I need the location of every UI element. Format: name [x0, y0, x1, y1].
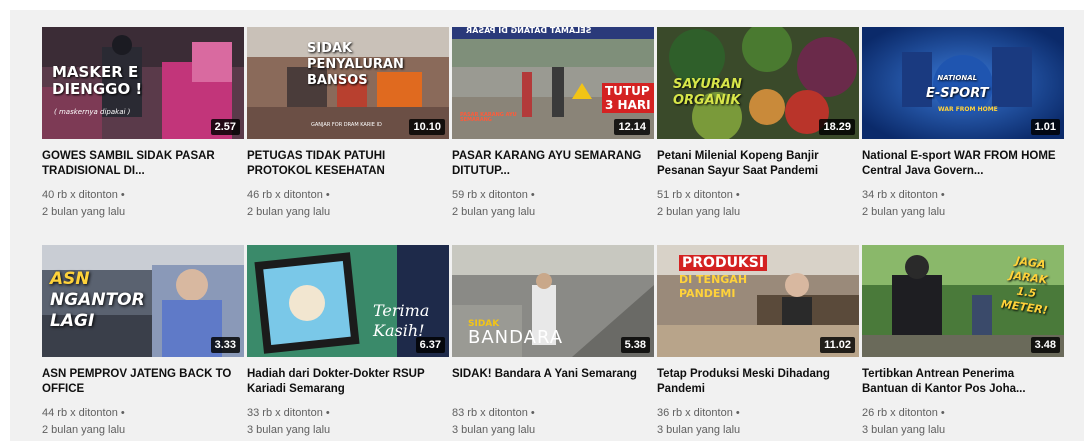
video-thumbnail[interactable]: SIDAK BANDARA 5.38 — [452, 245, 654, 357]
video-thumbnail[interactable]: MASKER E DIENGGO ! ( maskernya dipakai )… — [42, 27, 244, 139]
view-count: 44 rb x ditonton • — [42, 407, 125, 419]
view-count: 36 rb x ditonton • — [657, 407, 740, 419]
thumbnail-caption: MASKER E DIENGGO ! — [52, 63, 143, 98]
video-card[interactable]: NATIONAL E-SPORT WAR FROM HOME 1.01 Nati… — [862, 27, 1064, 229]
video-card[interactable]: SIDAK PENYALURAN BANSOS GANJAR FOR DRAM … — [247, 27, 449, 229]
upload-age: 3 bulan yang lalu — [452, 424, 536, 436]
video-meta: 36 rb x ditonton • 3 bulan yang lalu — [657, 405, 859, 439]
video-duration: 12.14 — [614, 119, 650, 135]
video-meta: 44 rb x ditonton • 2 bulan yang lalu — [42, 405, 244, 439]
upload-age: 2 bulan yang lalu — [452, 206, 536, 218]
video-card[interactable]: Terima Kasih! 6.37 Hadiah dari Dokter-Do… — [247, 245, 449, 447]
video-meta: 33 rb x ditonton • 3 bulan yang lalu — [247, 405, 449, 439]
video-card[interactable]: SAYURAN ORGANIK 18.29 Petani Milenial Ko… — [657, 27, 859, 229]
video-card[interactable]: MASKER E DIENGGO ! ( maskernya dipakai )… — [42, 27, 244, 229]
video-title[interactable]: SIDAK! Bandara A Yani Semarang — [452, 367, 648, 397]
video-card[interactable]: JAGA JARAK 1.5 METER! 3.48 Tertibkan Ant… — [862, 245, 1064, 447]
video-card[interactable]: PRODUKSI DI TENGAH PANDEMI 11.02 Tetap P… — [657, 245, 859, 447]
video-title[interactable]: PETUGAS TIDAK PATUHI PROTOKOL KESEHATAN — [247, 149, 443, 179]
video-meta: 46 rb x ditonton • 2 bulan yang lalu — [247, 187, 449, 221]
video-thumbnail[interactable]: Terima Kasih! 6.37 — [247, 245, 449, 357]
video-duration: 3.33 — [210, 337, 240, 353]
video-title[interactable]: National E-sport WAR FROM HOME Central J… — [862, 149, 1058, 179]
thumbnail-subcaption: ( maskernya dipakai ) — [54, 108, 131, 116]
thumbnail-banner: SELAMAT DATANG DI PASAR — [466, 27, 592, 35]
upload-age: 3 bulan yang lalu — [862, 424, 946, 436]
view-count: 40 rb x ditonton • — [42, 189, 125, 201]
video-duration: 18.29 — [819, 119, 855, 135]
video-thumbnail[interactable]: SELAMAT DATANG DI PASAR TUTUP 3 HARI PAS… — [452, 27, 654, 139]
thumbnail-subcaption: GANJAR FOR DRAM KARIE ID — [311, 122, 382, 128]
video-duration: 1.01 — [1030, 119, 1060, 135]
video-title[interactable]: Tertibkan Antrean Penerima Bantuan di Ka… — [862, 367, 1058, 397]
thumbnail-caption: JAGA JARAK 1.5 METER! — [1000, 254, 1049, 317]
thumbnail-caption: ASN NGANTOR LAGI — [50, 269, 145, 331]
view-count: 33 rb x ditonton • — [247, 407, 330, 419]
video-title[interactable]: Petani Milenial Kopeng Banjir Pesanan Sa… — [657, 149, 853, 179]
video-title[interactable]: PASAR KARANG AYU SEMARANG DITUTUP... — [452, 149, 648, 179]
thumbnail-caption: PRODUKSI DI TENGAH PANDEMI — [679, 255, 768, 301]
video-thumbnail[interactable]: SIDAK PENYALURAN BANSOS GANJAR FOR DRAM … — [247, 27, 449, 139]
thumbnail-caption: SAYURAN ORGANIK — [673, 77, 742, 108]
upload-age: 2 bulan yang lalu — [657, 206, 741, 218]
video-duration: 11.02 — [820, 337, 855, 353]
upload-age: 2 bulan yang lalu — [42, 206, 126, 218]
video-title[interactable]: Tetap Produksi Meski Dihadang Pandemi — [657, 367, 853, 397]
video-meta: 40 rb x ditonton • 2 bulan yang lalu — [42, 187, 244, 221]
thumbnail-subcaption: WAR FROM HOME — [938, 106, 998, 113]
upload-age: 2 bulan yang lalu — [862, 206, 946, 218]
video-duration: 6.37 — [415, 337, 445, 353]
video-thumbnail[interactable]: JAGA JARAK 1.5 METER! 3.48 — [862, 245, 1064, 357]
view-count: 26 rb x ditonton • — [862, 407, 945, 419]
view-count: 59 rb x ditonton • — [452, 189, 535, 201]
view-count: 51 rb x ditonton • — [657, 189, 740, 201]
view-count: 83 rb x ditonton • — [452, 407, 535, 419]
video-meta: 34 rb x ditonton • 2 bulan yang lalu — [862, 187, 1064, 221]
video-meta: 51 rb x ditonton • 2 bulan yang lalu — [657, 187, 859, 221]
video-thumbnail[interactable]: SAYURAN ORGANIK 18.29 — [657, 27, 859, 139]
upload-age: 3 bulan yang lalu — [657, 424, 741, 436]
upload-age: 3 bulan yang lalu — [247, 424, 331, 436]
video-thumbnail[interactable]: ASN NGANTOR LAGI 3.33 — [42, 245, 244, 357]
video-meta: 59 rb x ditonton • 2 bulan yang lalu — [452, 187, 654, 221]
video-duration: 3.48 — [1030, 337, 1060, 353]
view-count: 34 rb x ditonton • — [862, 189, 945, 201]
video-title[interactable]: ASN PEMPROV JATENG BACK TO OFFICE — [42, 367, 238, 397]
video-title[interactable]: Hadiah dari Dokter-Dokter RSUP Kariadi S… — [247, 367, 443, 397]
thumbnail-caption: SIDAK BANDARA — [468, 319, 564, 348]
thumbnail-caption: SIDAK PENYALURAN BANSOS — [307, 41, 404, 88]
thumbnail-caption: NATIONAL E-SPORT — [926, 74, 989, 101]
video-duration: 5.38 — [620, 337, 650, 353]
thumbnail-caption: Terima Kasih! — [373, 301, 430, 340]
video-thumbnail[interactable]: NATIONAL E-SPORT WAR FROM HOME 1.01 — [862, 27, 1064, 139]
video-grid-panel: MASKER E DIENGGO ! ( maskernya dipakai )… — [10, 10, 1084, 441]
video-card[interactable]: ASN NGANTOR LAGI 3.33 ASN PEMPROV JATENG… — [42, 245, 244, 447]
view-count: 46 rb x ditonton • — [247, 189, 330, 201]
thumbnail-subcaption: PASAR KARANG AYU SEMARANG — [460, 112, 517, 123]
thumbnail-caption: TUTUP 3 HARI — [602, 83, 654, 113]
upload-age: 2 bulan yang lalu — [247, 206, 331, 218]
video-card[interactable]: SIDAK BANDARA 5.38 SIDAK! Bandara A Yani… — [452, 245, 654, 447]
video-meta: 26 rb x ditonton • 3 bulan yang lalu — [862, 405, 1064, 439]
video-thumbnail[interactable]: PRODUKSI DI TENGAH PANDEMI 11.02 — [657, 245, 859, 357]
video-grid: MASKER E DIENGGO ! ( maskernya dipakai )… — [42, 27, 1064, 447]
video-title[interactable]: GOWES SAMBIL SIDAK PASAR TRADISIONAL DI.… — [42, 149, 238, 179]
video-card[interactable]: SELAMAT DATANG DI PASAR TUTUP 3 HARI PAS… — [452, 27, 654, 229]
video-meta: 83 rb x ditonton • 3 bulan yang lalu — [452, 405, 654, 439]
video-duration: 10.10 — [409, 119, 445, 135]
upload-age: 2 bulan yang lalu — [42, 424, 126, 436]
video-duration: 2.57 — [210, 119, 240, 135]
